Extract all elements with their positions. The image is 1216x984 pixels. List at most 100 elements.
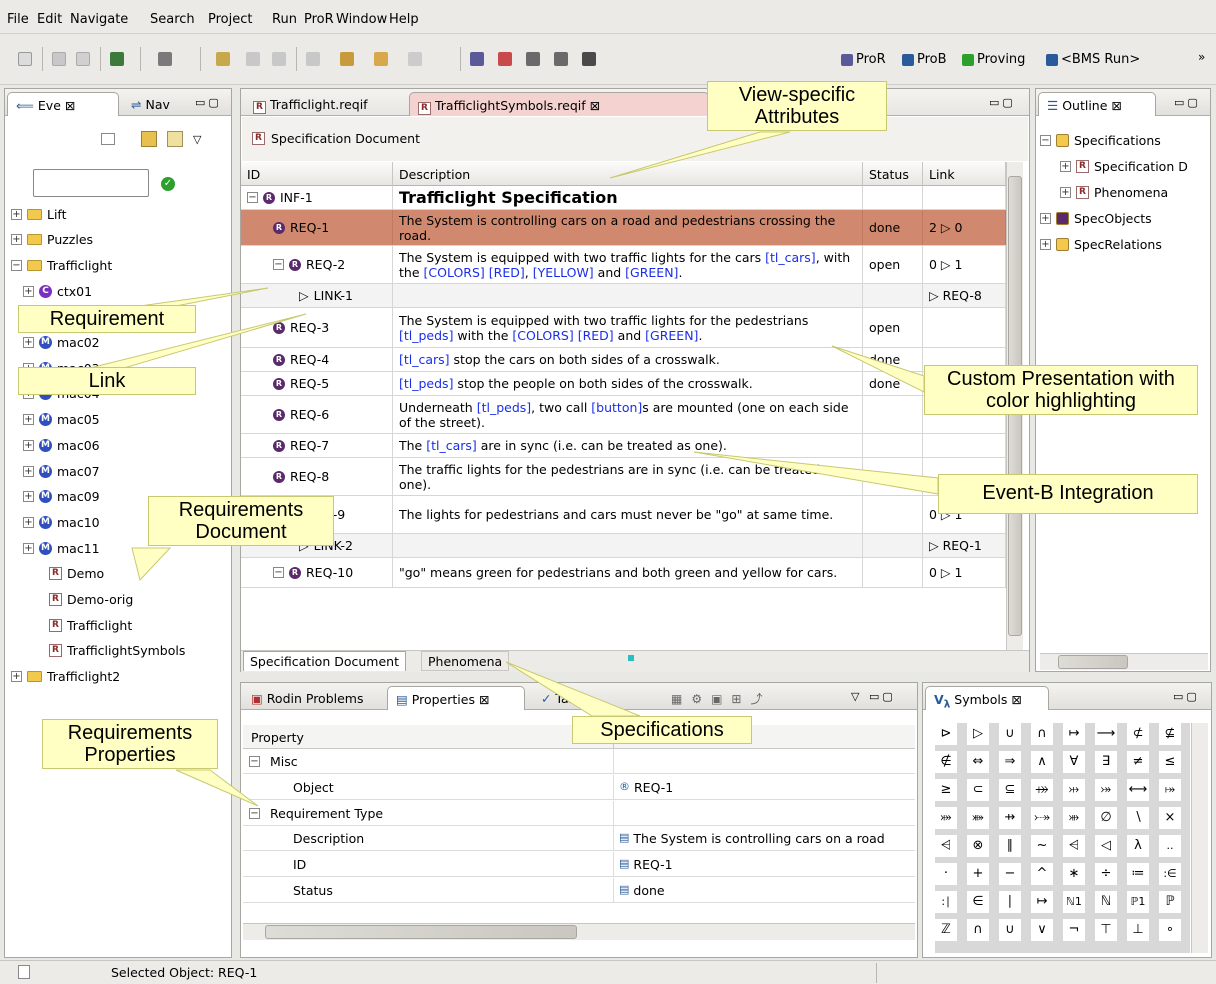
symbol-button[interactable]: ∘	[1159, 919, 1181, 941]
tab-tasks[interactable]: ✓ Tas	[533, 686, 583, 710]
link-row[interactable]: ▷ LINK-1 ▷ REQ-8	[241, 284, 1006, 308]
tree-item[interactable]: + Mmac02	[23, 330, 100, 356]
menu-file[interactable]: File	[7, 12, 29, 27]
print-icon[interactable]	[76, 52, 90, 66]
expand-toggle-icon[interactable]: +	[23, 542, 34, 554]
expand-toggle-icon[interactable]: −	[11, 259, 22, 271]
nav-forward-icon[interactable]	[408, 52, 422, 66]
view-menu-minmax-icon[interactable]: ▽ ▭▢	[851, 690, 896, 703]
menu-edit[interactable]: Edit	[37, 12, 62, 27]
requirement-row[interactable]: R REQ-7 The [tl_cars] are in sync (i.e. ca…	[241, 434, 1006, 458]
requirement-row[interactable]: R REQ-5 [tl_peds] stop the people on both …	[241, 372, 1006, 396]
requirement-row[interactable]: − R INF-1 Trafficlight Specification	[241, 186, 1006, 210]
requirement-row[interactable]: −RREQ-9The lights for pedestrians and ca…	[241, 496, 1006, 534]
symbol-button[interactable]: :∣	[935, 891, 957, 913]
phenomenon-reference[interactable]: [button]	[591, 400, 642, 415]
menu-window[interactable]: Window	[336, 12, 387, 27]
settings-icon[interactable]	[582, 52, 596, 66]
column-header[interactable]: Description	[393, 162, 863, 186]
symbol-button[interactable]: ▷	[967, 723, 989, 745]
tool-icon[interactable]	[158, 52, 172, 66]
tab-event-b-explorer[interactable]: ⟸ Eve ⊠	[7, 92, 119, 116]
symbol-button[interactable]: ∉	[935, 751, 957, 773]
phenomenon-reference[interactable]: [tl_peds]	[399, 376, 453, 391]
property-row[interactable]: Status ▤ done	[243, 878, 915, 903]
tree-item[interactable]: + Puzzles	[11, 227, 93, 253]
symbol-button[interactable]: :∈	[1159, 863, 1181, 885]
requirement-row[interactable]: R REQ-3 The System is equipped with two tr…	[241, 308, 1006, 348]
requirement-row[interactable]: R REQ-1 The System is controlling cars on …	[241, 210, 1006, 246]
tree-item[interactable]: − Trafficlight	[11, 252, 112, 278]
tab-phenomena[interactable]: Phenomena	[421, 651, 510, 671]
outline-item[interactable]: + R Phenomena	[1060, 179, 1168, 205]
symbol-button[interactable]: ∪	[999, 919, 1021, 941]
table-icon[interactable]	[526, 52, 540, 66]
symbol-button[interactable]: ⊆	[999, 779, 1021, 801]
prorsearch-icon[interactable]	[470, 52, 484, 66]
symbol-button[interactable]: ⊥	[1127, 919, 1149, 941]
symbols-scrollbar[interactable]	[1191, 723, 1208, 953]
symbol-button[interactable]: ∗	[1063, 863, 1085, 885]
symbol-button[interactable]: ↦	[1063, 723, 1085, 745]
phenomenon-reference[interactable]: [GREEN]	[645, 328, 698, 343]
tree-item[interactable]: R Demo-orig	[49, 587, 133, 613]
phenomenon-reference[interactable]: [RED]	[489, 265, 525, 280]
symbol-button[interactable]: ⇒	[999, 751, 1021, 773]
save-icon[interactable]	[52, 52, 66, 66]
tree-item[interactable]: + Mmac11	[23, 535, 100, 561]
expand-toggle-icon[interactable]: +	[1060, 186, 1071, 198]
back-icon[interactable]	[340, 52, 354, 66]
symbol-button[interactable]: ⤔	[1063, 779, 1085, 801]
new-icon[interactable]	[18, 52, 32, 66]
expand-toggle-icon[interactable]: +	[11, 208, 22, 220]
symbol-button[interactable]: ℤ	[935, 919, 957, 941]
minimize-maximize-icon[interactable]: ▭▢	[1173, 690, 1200, 703]
perspective-2[interactable]: Proving	[962, 52, 1025, 67]
expand-toggle-icon[interactable]: +	[23, 516, 34, 528]
phenomenon-reference[interactable]: [YELLOW]	[533, 265, 594, 280]
menu-pror[interactable]: ProR	[304, 12, 334, 27]
symbol-button[interactable]: ⩤	[935, 835, 957, 857]
expand-toggle-icon[interactable]: +	[23, 465, 34, 477]
tree-item[interactable]: + Mmac10	[23, 509, 100, 535]
column-header[interactable]: Status	[863, 162, 923, 186]
property-row[interactable]: Object ® REQ-1	[243, 774, 915, 800]
symbol-button[interactable]: ⊳	[935, 723, 957, 745]
symbol-button[interactable]: ⊂	[967, 779, 989, 801]
phenomenon-reference[interactable]: [tl_cars]	[765, 250, 816, 265]
tree-item[interactable]: + Cctx01	[23, 278, 92, 304]
symbol-button[interactable]: ⤐	[1031, 807, 1053, 829]
tree-item[interactable]: + Lift	[11, 201, 67, 227]
symbol-button[interactable]: ≠	[1127, 751, 1149, 773]
tree-item[interactable]: R Demo	[49, 561, 104, 587]
symbol-button[interactable]: ℕ1	[1063, 891, 1085, 913]
symbol-button[interactable]: ◁	[1095, 835, 1117, 857]
properties-toolbar-icons[interactable]: ▦⚙▣⊞⤴	[671, 690, 772, 707]
symbol-button[interactable]: ⤕	[1063, 807, 1085, 829]
symbol-button[interactable]: ∥	[999, 835, 1021, 857]
tab-navigator[interactable]: ⇌ Nav	[123, 92, 178, 116]
symbol-button[interactable]: ∩	[1031, 723, 1053, 745]
tree-item[interactable]: R Trafficlight	[49, 612, 132, 638]
symbol-button[interactable]: ∣	[999, 891, 1021, 913]
symbol-button[interactable]: ℕ	[1095, 891, 1117, 913]
tree-item[interactable]: + Mmac09	[23, 484, 100, 510]
symbol-button[interactable]: ∨	[1031, 919, 1053, 941]
collapse-all-icon[interactable]	[101, 133, 115, 145]
symbol-button[interactable]: ∪	[999, 723, 1021, 745]
requirement-row[interactable]: R REQ-6 Underneath [tl_peds], two call [bu…	[241, 396, 1006, 434]
expand-toggle-icon[interactable]: +	[23, 439, 34, 451]
next-annotation-icon[interactable]	[272, 52, 286, 66]
tab-symbols[interactable]: Vλ Symbols ⊠	[925, 686, 1049, 711]
symbol-button[interactable]: ÷	[1095, 863, 1117, 885]
debug-icon[interactable]	[110, 52, 124, 66]
tab-rodin-problems[interactable]: ▣ Rodin Problems	[243, 686, 372, 710]
symbol-button[interactable]: ⩤	[1063, 835, 1085, 857]
requirement-row[interactable]: − R REQ-2 The System is equipped with two t…	[241, 246, 1006, 284]
expand-toggle-icon[interactable]: +	[1060, 160, 1071, 172]
symbol-button[interactable]: ≤	[1159, 751, 1181, 773]
tab-trafficlight-reqif[interactable]: R Trafficlight.reqif	[245, 92, 376, 116]
symbol-button[interactable]: ∩	[967, 919, 989, 941]
symbol-button[interactable]: +	[967, 863, 989, 885]
tree-item[interactable]: + Mmac06	[23, 432, 100, 458]
